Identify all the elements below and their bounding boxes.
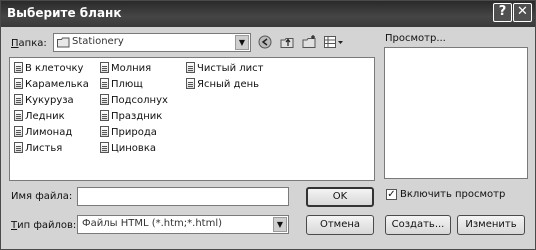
html-file-icon [14, 94, 23, 105]
file-item[interactable]: Плющ [100, 78, 143, 92]
file-item[interactable]: Листья [14, 142, 62, 156]
html-file-icon [100, 142, 109, 153]
choose-stationery-dialog: Выберите бланк ? ✕ Папка: Stationery ▼ В… [0, 0, 536, 250]
back-icon[interactable] [257, 34, 273, 50]
up-one-level-icon[interactable] [279, 34, 295, 50]
html-file-icon [100, 110, 109, 121]
cancel-button[interactable]: Отмена [306, 215, 374, 235]
preview-pane [384, 47, 528, 179]
html-file-icon [100, 94, 109, 105]
chevron-down-icon[interactable]: ▼ [273, 217, 287, 232]
html-file-icon [100, 62, 109, 73]
location-label: Папка: [11, 38, 47, 49]
file-item[interactable]: Ледник [14, 110, 65, 124]
file-item[interactable]: Карамелька [14, 78, 89, 92]
folder-icon [57, 37, 70, 48]
html-file-icon [186, 62, 195, 73]
location-select[interactable]: Stationery ▼ [53, 33, 251, 52]
help-button[interactable]: ? [493, 3, 512, 22]
filetype-label: Тип файлов: [11, 220, 77, 231]
create-button[interactable]: Создать... [385, 215, 451, 235]
html-file-icon [14, 126, 23, 137]
filename-input[interactable] [77, 187, 289, 206]
file-item[interactable]: Ясный день [186, 78, 259, 92]
html-file-icon [186, 78, 195, 89]
file-item[interactable]: Праздник [100, 110, 162, 124]
preview-title: Просмотр... [385, 33, 446, 44]
file-item[interactable]: Молния [100, 62, 151, 76]
dialog-title: Выберите бланк [7, 6, 122, 20]
file-item[interactable]: Кукуруза [14, 94, 74, 108]
enable-preview-label: Включить просмотр [400, 189, 506, 200]
html-file-icon [14, 78, 23, 89]
filename-label: Имя файла: [11, 191, 73, 202]
view-menu-icon[interactable] [323, 34, 345, 50]
file-list[interactable]: В клеточку Карамелька Кукуруза Ледник Ли… [9, 57, 375, 181]
chevron-down-icon[interactable]: ▼ [235, 35, 249, 50]
file-item[interactable]: Подсолнух [100, 94, 168, 108]
html-file-icon [14, 62, 23, 73]
edit-button[interactable]: Изменить [457, 215, 525, 235]
file-item[interactable]: Циновка [100, 142, 156, 156]
html-file-icon [14, 142, 23, 153]
html-file-icon [14, 110, 23, 121]
file-item[interactable]: Лимонад [14, 126, 72, 140]
file-item[interactable]: Чистый лист [186, 62, 263, 76]
filetype-value: Файлы HTML (*.htm;*.html) [82, 218, 223, 229]
title-bar[interactable]: Выберите бланк ? ✕ [1, 1, 535, 27]
location-value: Stationery [72, 36, 124, 47]
html-file-icon [100, 126, 109, 137]
file-item[interactable]: В клеточку [14, 62, 83, 76]
ok-button[interactable]: OK [306, 187, 374, 207]
enable-preview-checkbox[interactable]: ✓ [386, 189, 397, 200]
close-button[interactable]: ✕ [513, 3, 532, 22]
new-folder-icon[interactable] [301, 34, 317, 50]
filetype-select[interactable]: Файлы HTML (*.htm;*.html) ▼ [77, 215, 289, 234]
html-file-icon [100, 78, 109, 89]
file-item[interactable]: Природа [100, 126, 157, 140]
